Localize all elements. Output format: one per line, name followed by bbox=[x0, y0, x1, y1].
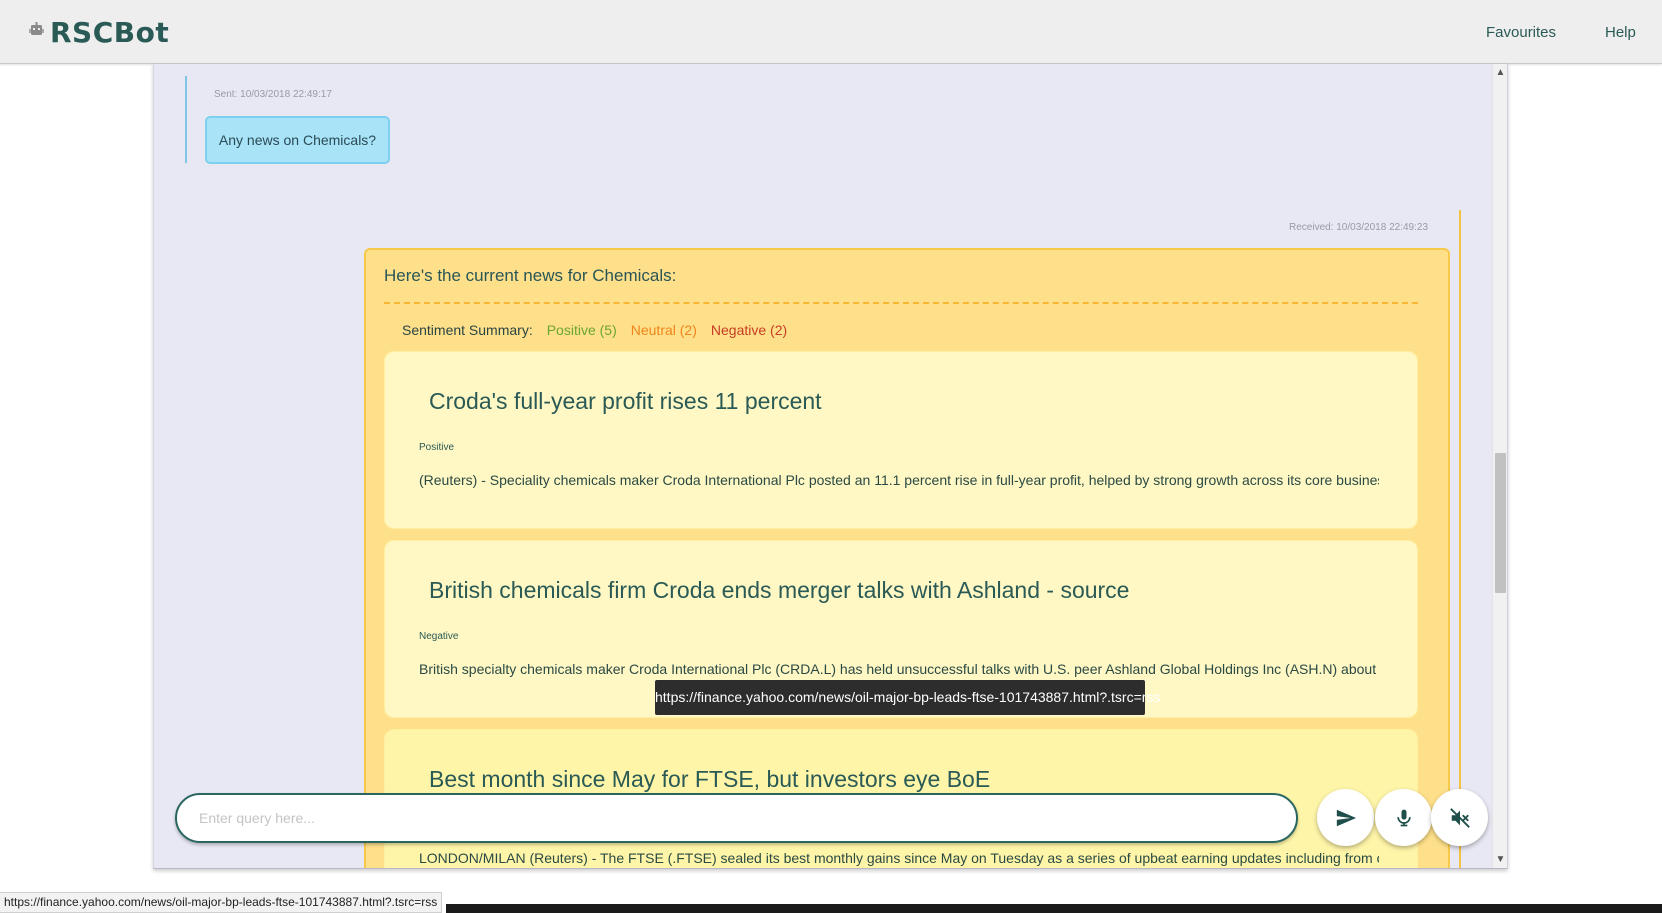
news-title-link[interactable]: Croda's full-year profit rises 11 percen… bbox=[429, 388, 822, 415]
sent-message-bubble: Any news on Chemicals? bbox=[205, 116, 390, 164]
scroll-down-arrow-icon[interactable]: ▼ bbox=[1493, 853, 1507, 867]
scroll-up-arrow-icon[interactable]: ▲ bbox=[1493, 66, 1507, 80]
microphone-icon bbox=[1396, 809, 1411, 826]
microphone-button[interactable] bbox=[1375, 789, 1432, 846]
received-message-bubble: Here's the current news for Chemicals: S… bbox=[364, 248, 1450, 868]
news-sentiment-label: Positive bbox=[419, 442, 455, 453]
received-intro-text: Here's the current news for Chemicals: bbox=[384, 266, 677, 285]
query-input-wrapper bbox=[175, 793, 1298, 843]
sentiment-negative-count[interactable]: Negative (2) bbox=[711, 322, 787, 338]
volume-mute-icon bbox=[1449, 807, 1470, 828]
query-input[interactable] bbox=[199, 807, 1259, 829]
bottom-strip bbox=[446, 904, 1662, 913]
sentiment-positive-count[interactable]: Positive (5) bbox=[547, 322, 617, 338]
mute-button[interactable] bbox=[1431, 789, 1488, 846]
sent-timestamp: Sent: 10/03/2018 22:49:17 bbox=[214, 89, 332, 100]
top-navbar: RSCBot Favourites Help bbox=[0, 0, 1662, 64]
received-message-border bbox=[1459, 210, 1461, 868]
news-snippet: (Reuters) - Speciality chemicals maker C… bbox=[419, 472, 1379, 488]
chat-scrollbar[interactable]: ▲ ▼ bbox=[1492, 64, 1507, 868]
chat-panel[interactable]: Sent: 10/03/2018 22:49:17 Any news on Ch… bbox=[153, 64, 1508, 869]
send-icon bbox=[1336, 809, 1356, 826]
robot-logo-icon bbox=[29, 22, 44, 35]
dashed-divider bbox=[384, 302, 1418, 304]
sentiment-summary-label: Sentiment Summary: bbox=[402, 322, 533, 338]
news-title-link[interactable]: Best month since May for FTSE, but inves… bbox=[429, 766, 990, 793]
news-snippet: British specialty chemicals maker Croda … bbox=[419, 661, 1379, 677]
nav-favourites-link[interactable]: Favourites bbox=[1486, 24, 1556, 41]
news-card[interactable]: Croda's full-year profit rises 11 percen… bbox=[384, 351, 1418, 529]
sentiment-neutral-count[interactable]: Neutral (2) bbox=[631, 322, 697, 338]
link-tooltip: https://finance.yahoo.com/news/oil-major… bbox=[655, 680, 1160, 715]
brand-name: RSCBot bbox=[50, 15, 170, 49]
scrollbar-thumb[interactable] bbox=[1495, 453, 1506, 593]
news-sentiment-label: Negative bbox=[419, 631, 459, 642]
news-snippet: LONDON/MILAN (Reuters) - The FTSE (.FTSE… bbox=[419, 850, 1379, 866]
news-title-link[interactable]: British chemicals firm Croda ends merger… bbox=[429, 577, 1129, 604]
sentiment-summary: Sentiment Summary: Positive (5) Neutral … bbox=[402, 322, 787, 338]
received-timestamp: Received: 10/03/2018 22:49:23 bbox=[1289, 222, 1428, 233]
send-button[interactable] bbox=[1317, 789, 1374, 846]
nav-help-link[interactable]: Help bbox=[1605, 24, 1636, 41]
browser-status-bar: https://finance.yahoo.com/news/oil-major… bbox=[0, 892, 443, 913]
sent-message-border bbox=[185, 76, 187, 163]
brand[interactable]: RSCBot bbox=[28, 14, 169, 50]
